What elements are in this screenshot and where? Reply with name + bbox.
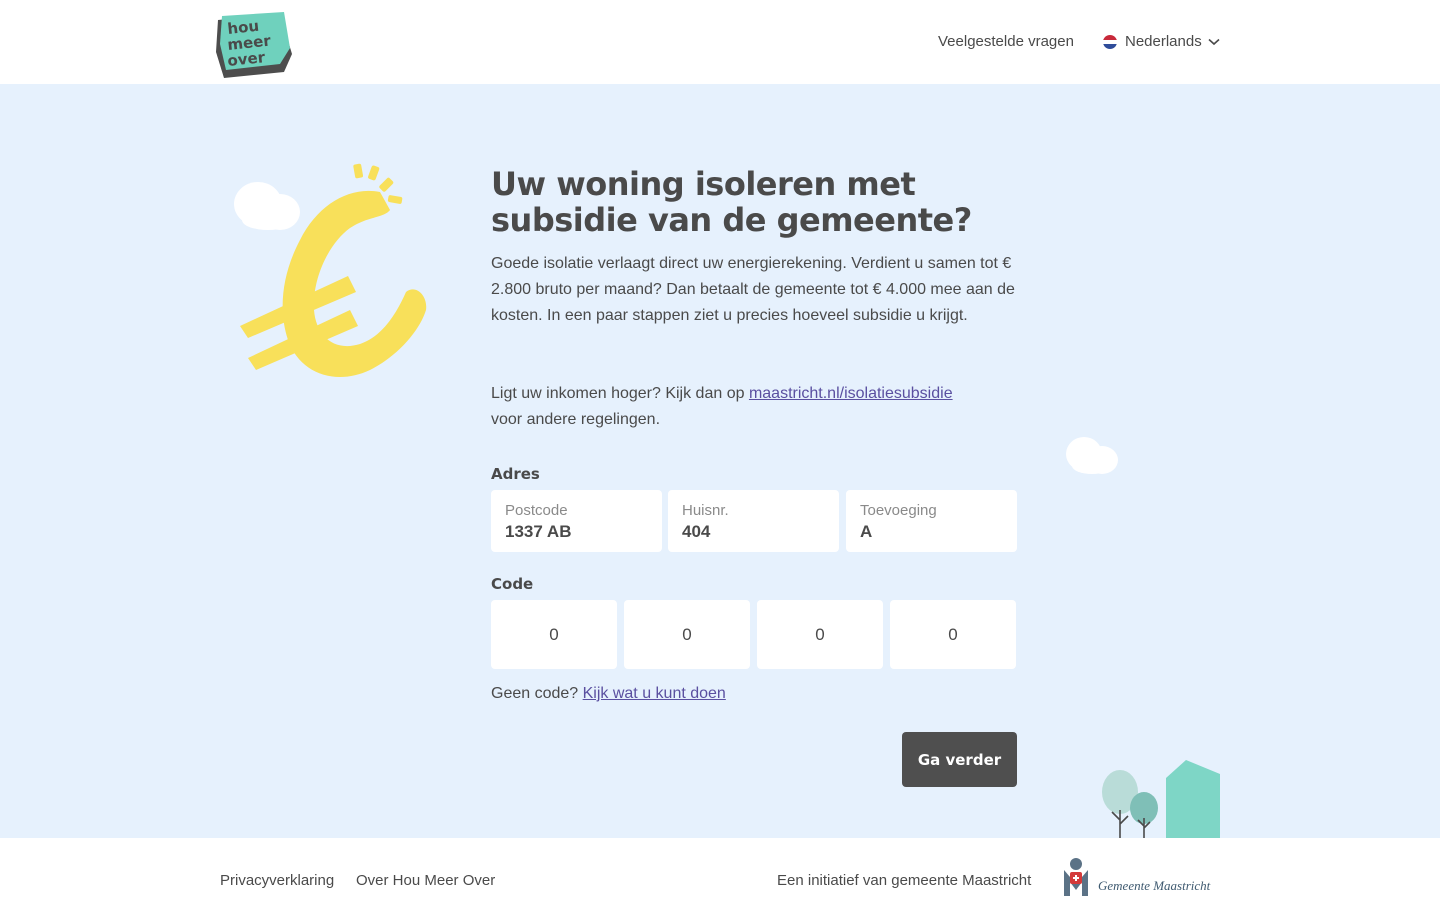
initiative-text: Een initiatief van gemeente Maastricht: [777, 872, 1032, 889]
addition-field[interactable]: Toevoeging A: [846, 490, 1017, 552]
euro-illustration: [240, 163, 427, 378]
code-digit-3[interactable]: 0: [757, 600, 883, 669]
no-code-text: Geen code?: [491, 685, 583, 702]
faq-link[interactable]: Veelgestelde vragen: [938, 33, 1074, 50]
language-label: Nederlands: [1125, 33, 1202, 50]
addition-value: A: [860, 522, 873, 541]
code-digit-2[interactable]: 0: [624, 600, 750, 669]
house-number-placeholder: Huisnr.: [682, 502, 729, 519]
about-link[interactable]: Over Hou Meer Over: [356, 872, 495, 889]
house-number-value: 404: [682, 522, 711, 541]
income-info: Ligt uw inkomen hoger? Kijk dan op maast…: [491, 381, 1031, 433]
maastricht-logo-text: Gemeente Maastricht: [1098, 878, 1211, 893]
trees-house-illustration: [1102, 760, 1220, 840]
page-title: Uw woning isoleren met subsidie van de g…: [491, 165, 972, 239]
isolatiesubsidie-link[interactable]: maastricht.nl/isolatiesubsidie: [749, 385, 953, 402]
site-footer: Privacyverklaring Over Hou Meer Over Een…: [0, 838, 1440, 922]
postcode-value: 1337 AB: [505, 522, 572, 541]
postcode-field[interactable]: Postcode 1337 AB: [491, 490, 662, 552]
dutch-flag-icon: [1103, 34, 1117, 49]
cloud-illustration: [1066, 437, 1118, 474]
code-label: Code: [491, 575, 534, 593]
addition-placeholder: Toevoeging: [860, 502, 937, 519]
intro-text: Goede isolatie verlaagt direct uw energi…: [491, 255, 1015, 324]
language-selector[interactable]: Nederlands: [1103, 33, 1220, 50]
privacy-link[interactable]: Privacyverklaring: [220, 872, 334, 889]
no-code-info: Geen code? Kijk wat u kunt doen: [491, 685, 726, 703]
continue-button[interactable]: Ga verder: [902, 732, 1017, 787]
code-digit-4[interactable]: 0: [890, 600, 1016, 669]
income-suffix: voor andere regelingen.: [491, 411, 661, 428]
maastricht-coat-of-arms-logo[interactable]: [1060, 856, 1100, 902]
hou-meer-over-logo[interactable]: hou meer over: [214, 12, 294, 78]
income-text: Ligt uw inkomen hoger? Kijk dan op: [491, 385, 749, 402]
code-digit-1[interactable]: 0: [491, 600, 617, 669]
chevron-down-icon: [1208, 33, 1220, 50]
address-label: Adres: [491, 465, 540, 483]
postcode-placeholder: Postcode: [505, 502, 568, 519]
site-header: hou meer over Veelgestelde vragen Nederl…: [0, 0, 1440, 84]
house-number-field[interactable]: Huisnr. 404: [668, 490, 839, 552]
no-code-link[interactable]: Kijk wat u kunt doen: [583, 685, 726, 702]
